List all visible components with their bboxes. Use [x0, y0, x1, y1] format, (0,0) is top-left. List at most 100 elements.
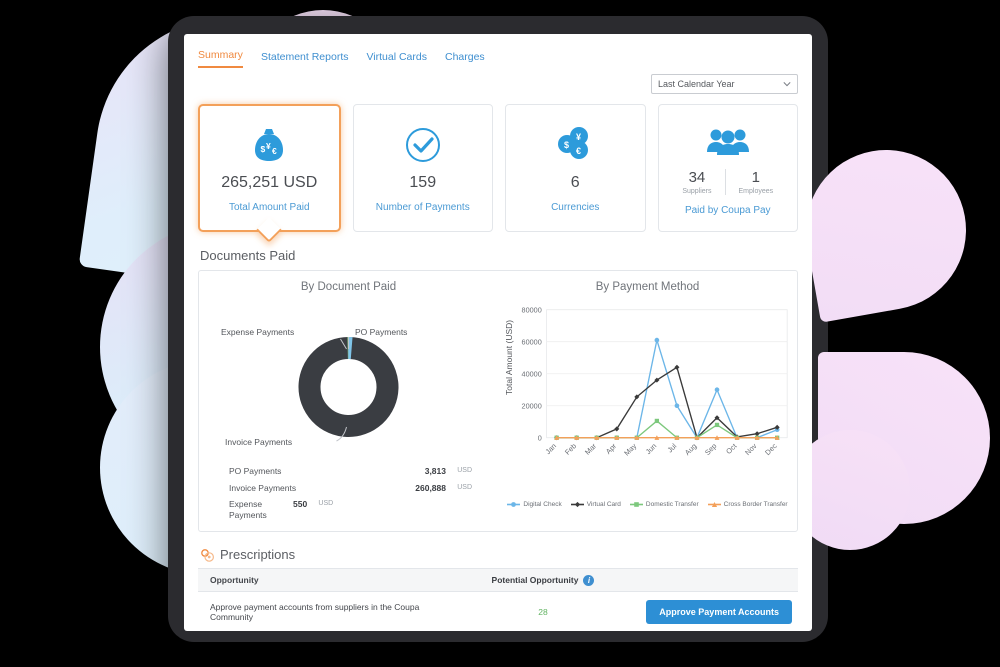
line-chart: Total Amount (USD) 0 20000 40000 60000 80000…	[502, 299, 793, 499]
kpi-split-values: 34 Suppliers 1 Employees	[669, 168, 787, 195]
legend-label: Digital Check	[523, 501, 562, 508]
row-opportunity-text: Approve payment accounts from suppliers …	[210, 602, 420, 622]
doc-value: 3,813	[424, 466, 446, 476]
svg-text:Sep: Sep	[703, 442, 719, 458]
app-screen: Summary Statement Reports Virtual Cards …	[184, 34, 812, 631]
tab-summary[interactable]: Summary	[198, 49, 243, 68]
kpi-card-row: $ ¥ € 265,251 USD Total Amount Paid 159 …	[184, 94, 812, 232]
donut-label-po: PO Payments	[355, 327, 408, 337]
period-select-row: Last Calendar Year	[184, 68, 812, 94]
donut-label-invoice: Invoice Payments	[225, 437, 293, 447]
kpi-split-number: 1	[751, 168, 760, 186]
doc-currency: USD	[457, 467, 472, 474]
doc-name: PO Payments	[229, 466, 282, 476]
chevron-down-icon	[783, 82, 791, 87]
donut-label-expense: Expense Payments	[221, 327, 295, 337]
svg-text:May: May	[622, 441, 638, 457]
legend-marker-circle	[507, 502, 521, 507]
potential-opportunity-value: 28	[538, 607, 548, 617]
tab-charges[interactable]: Charges	[445, 51, 485, 68]
legend-label: Cross Border Transfer	[723, 501, 788, 508]
table-row: PO Payments 3,813 USD	[229, 463, 472, 480]
legend-label: Virtual Card	[586, 501, 621, 508]
svg-text:Apr: Apr	[604, 441, 619, 456]
kpi-split-suppliers: 34 Suppliers	[669, 169, 724, 195]
prescriptions-table: Opportunity Potential Opportunity i Appr…	[198, 568, 798, 631]
table-row: Expense Payments 550 USD	[229, 496, 472, 523]
donut-chart: Expense Payments PO Payments Invoice Pay…	[203, 309, 494, 459]
svg-text:0: 0	[538, 434, 542, 443]
line-chart-legend: Digital Check Virtual Card Domestic Tran…	[502, 501, 793, 508]
svg-text:$: $	[564, 140, 569, 150]
svg-text:¥: ¥	[576, 132, 581, 142]
doc-currency: USD	[457, 483, 472, 491]
info-icon[interactable]: i	[583, 574, 595, 586]
tab-virtual-cards[interactable]: Virtual Cards	[366, 51, 427, 68]
period-select[interactable]: Last Calendar Year	[651, 74, 798, 94]
svg-text:€: €	[576, 146, 581, 156]
documents-paid-panel: By Document Paid Expense Payments PO Pay…	[198, 270, 798, 532]
doc-name: Invoice Payments	[229, 482, 297, 493]
svg-text:¥: ¥	[266, 141, 271, 151]
svg-text:Nov: Nov	[743, 441, 759, 457]
kpi-value: 6	[570, 173, 580, 191]
row-action-cell: Approve Payment Accounts	[638, 600, 798, 624]
donut-chart-title: By Document Paid	[300, 281, 397, 293]
kpi-split-employees: 1 Employees	[724, 168, 787, 195]
donut-chart-container: By Document Paid Expense Payments PO Pay…	[199, 271, 498, 531]
legend-item-domestic-transfer[interactable]: Domestic Transfer	[629, 501, 699, 508]
line-chart-container: By Payment Method Total Amount (USD) 0 20…	[498, 271, 797, 531]
prescription-icon	[201, 548, 214, 562]
legend-marker-diamond	[570, 501, 584, 508]
section-title-documents-paid: Documents Paid	[200, 248, 296, 263]
check-circle-icon	[404, 124, 442, 166]
period-select-value: Last Calendar Year	[658, 79, 735, 89]
svg-text:Jan: Jan	[543, 442, 558, 457]
doc-name: Expense Payments	[229, 499, 267, 520]
doc-value: 260,888	[415, 482, 446, 493]
prescriptions-title: Prescriptions	[220, 547, 296, 562]
kpi-split-caption: Suppliers	[682, 187, 712, 195]
kpi-label: Currencies	[551, 201, 600, 213]
svg-text:Jul: Jul	[665, 441, 678, 454]
kpi-label: Paid by Coupa Pay	[684, 204, 771, 216]
svg-text:$: $	[261, 144, 266, 154]
svg-text:40000: 40000	[522, 370, 542, 379]
currency-coins-icon: ¥ $ €	[555, 124, 595, 166]
kpi-card-total-amount-paid[interactable]: $ ¥ € 265,251 USD Total Amount Paid	[198, 104, 341, 232]
doc-value: 550	[293, 499, 308, 510]
kpi-card-paid-by-coupa-pay[interactable]: 34 Suppliers 1 Employees Paid by Coupa P…	[657, 104, 798, 232]
column-header-label: Potential Opportunity	[491, 575, 579, 585]
kpi-label: Number of Payments	[375, 201, 470, 213]
kpi-split-caption: Employees	[738, 187, 774, 195]
legend-item-virtual-card[interactable]: Virtual Card	[570, 501, 621, 508]
column-header-opportunity: Opportunity	[210, 575, 259, 585]
svg-text:60000: 60000	[522, 338, 542, 347]
svg-text:Jun: Jun	[644, 442, 659, 457]
legend-item-cross-border-transfer[interactable]: Cross Border Transfer	[707, 501, 788, 508]
line-chart-ylabel: Total Amount (USD)	[504, 319, 514, 395]
table-row: Invoice Payments 260,888 USD	[229, 480, 472, 497]
prescriptions-header: Prescriptions	[184, 532, 812, 568]
svg-text:Dec: Dec	[763, 441, 779, 457]
legend-label: Domestic Transfer	[645, 501, 699, 508]
doc-currency: USD	[318, 500, 334, 508]
approve-payment-accounts-button[interactable]: Approve Payment Accounts	[646, 600, 792, 624]
svg-text:Oct: Oct	[724, 442, 738, 456]
kpi-card-currencies[interactable]: ¥ $ € 6 Currencies	[505, 104, 646, 232]
svg-text:80000: 80000	[522, 306, 542, 315]
line-chart-svg[interactable]: 0 20000 40000 60000 80000 Jan Feb Mar Apr May Jun J…	[502, 299, 793, 494]
svg-text:Aug: Aug	[683, 442, 699, 458]
screenshot-stage: Summary Statement Reports Virtual Cards …	[0, 0, 1000, 667]
people-group-icon	[705, 121, 751, 163]
svg-text:Mar: Mar	[583, 441, 599, 457]
tab-bar: Summary Statement Reports Virtual Cards …	[184, 34, 812, 68]
table-row: Approve payment accounts from suppliers …	[198, 592, 798, 631]
kpi-card-number-of-payments[interactable]: 159 Number of Payments	[352, 104, 493, 232]
row-potential-value: 28	[448, 607, 638, 617]
tab-statement-reports[interactable]: Statement Reports	[261, 51, 349, 68]
legend-marker-triangle	[707, 502, 721, 507]
kpi-value: 159	[409, 173, 437, 191]
legend-item-digital-check[interactable]: Digital Check	[507, 501, 562, 508]
column-header-potential-opportunity: Potential Opportunity i	[448, 574, 638, 586]
